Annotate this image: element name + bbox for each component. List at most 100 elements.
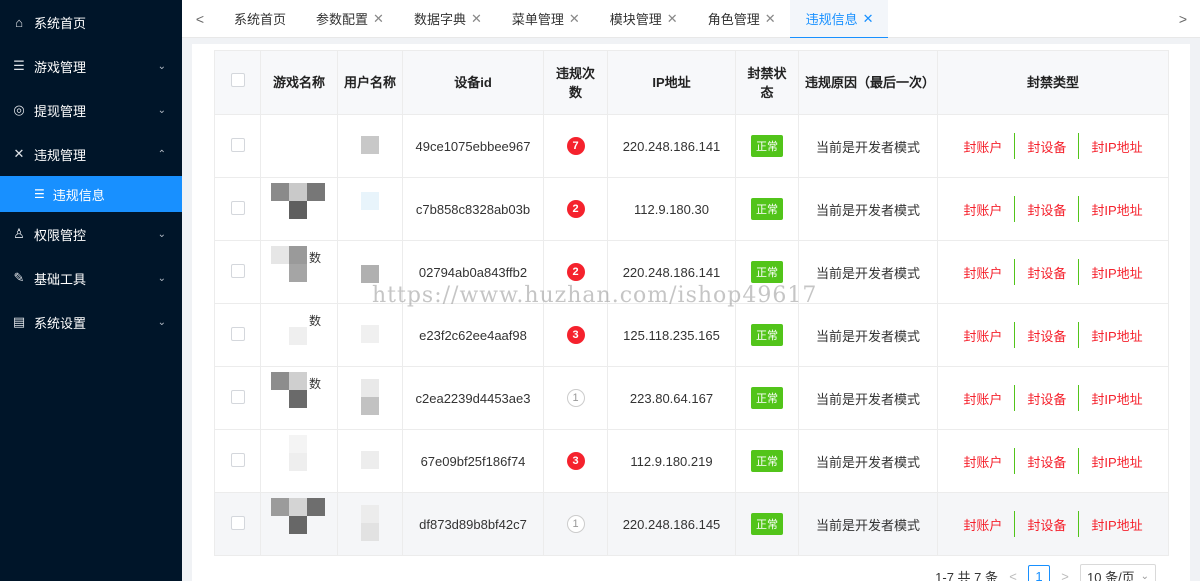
status-badge: 正常: [751, 261, 783, 283]
ban-ip-button[interactable]: 封IP地址: [1079, 515, 1154, 534]
ban-device-button[interactable]: 封设备: [1015, 452, 1078, 471]
user-icon: ♙: [13, 226, 25, 241]
close-icon[interactable]: ✕: [569, 11, 580, 27]
header-reason: 违规原因（最后一次）: [798, 50, 938, 115]
sidebar-item-game-management[interactable]: ☰ 游戏管理 ⌄: [0, 44, 182, 88]
page-button-1[interactable]: 1: [1028, 565, 1050, 581]
blurred-avatar: 数: [271, 371, 327, 422]
ip-cell: 223.80.64.167: [607, 366, 736, 430]
sidebar-subitem-violation-info[interactable]: ☰ 违规信息: [0, 176, 182, 212]
table-row: c7b858c8328ab03b 2 112.9.180.30 正常 当前是开发…: [214, 177, 1169, 241]
device-id-cell: c7b858c8328ab03b: [402, 177, 544, 241]
tab-label: 参数配置: [316, 12, 369, 27]
ban-account-button[interactable]: 封账户: [951, 137, 1014, 156]
tab-param-config[interactable]: 参数配置 ✕: [300, 0, 398, 38]
ban-account-button[interactable]: 封账户: [951, 200, 1014, 219]
ban-account-button[interactable]: 封账户: [951, 389, 1014, 408]
game-name-cell: [260, 429, 338, 493]
ban-account-button[interactable]: 封账户: [951, 452, 1014, 471]
select-all-checkbox[interactable]: [230, 73, 245, 87]
device-id-cell: c2ea2239d4453ae3: [402, 366, 544, 430]
settings-icon: ▤: [12, 314, 26, 329]
ban-status-cell: 正常: [735, 114, 799, 178]
ban-status-cell: 正常: [735, 240, 799, 304]
ban-account-button[interactable]: 封账户: [951, 263, 1014, 282]
blurred-avatar: [358, 251, 382, 291]
close-icon[interactable]: ✕: [765, 11, 776, 27]
sidebar-item-withdraw-management[interactable]: ◎ 提现管理 ⌄: [0, 88, 182, 132]
row-checkbox[interactable]: [230, 263, 245, 278]
close-icon[interactable]: ✕: [667, 11, 678, 27]
sidebar-item-home[interactable]: ⌂ 系统首页: [0, 0, 182, 44]
count-badge: 7: [566, 137, 585, 155]
ban-ip-button[interactable]: 封IP地址: [1079, 389, 1154, 408]
blurred-avatar: [271, 497, 327, 548]
ban-device-button[interactable]: 封设备: [1015, 515, 1078, 534]
tab-home[interactable]: 系统首页: [218, 0, 300, 38]
sidebar-subitem-label: 违规信息: [52, 187, 105, 203]
row-checkbox[interactable]: [230, 452, 245, 467]
sidebar-item-label: 基础工具: [34, 271, 87, 287]
chevron-up-icon: ⌃: [157, 148, 166, 160]
blurred-avatar: [358, 314, 382, 354]
tab-label: 模块管理: [609, 12, 662, 27]
header-ip: IP地址: [607, 50, 736, 115]
header-ban-type: 封禁类型: [937, 50, 1169, 115]
page-size-select[interactable]: 10 条/页 ⌄: [1080, 564, 1156, 581]
status-badge: 正常: [751, 513, 783, 535]
sidebar-item-basic-tools[interactable]: ✎ 基础工具 ⌄: [0, 256, 182, 300]
ban-device-button[interactable]: 封设备: [1015, 326, 1078, 345]
close-icon[interactable]: ✕: [863, 11, 874, 27]
tab-role-management[interactable]: 角色管理 ✕: [692, 0, 790, 38]
next-page-icon[interactable]: >: [1056, 569, 1074, 581]
prev-page-icon[interactable]: <: [1004, 569, 1022, 581]
ban-device-button[interactable]: 封设备: [1015, 263, 1078, 282]
sidebar-item-label: 游戏管理: [34, 59, 87, 75]
tab-menu-management[interactable]: 菜单管理 ✕: [496, 0, 594, 38]
ban-account-button[interactable]: 封账户: [951, 515, 1014, 534]
table-card: 游戏名称 用户名称 设备id 违规次数 IP地址 封禁状态 违规原因（最后一次）…: [192, 44, 1190, 581]
sidebar-item-label: 系统首页: [34, 15, 87, 31]
tab-scroll-right-icon[interactable]: >: [1166, 0, 1200, 38]
row-checkbox[interactable]: [230, 389, 245, 404]
ban-device-button[interactable]: 封设备: [1015, 137, 1078, 156]
username-cell: [337, 429, 403, 493]
tab-module-management[interactable]: 模块管理 ✕: [594, 0, 692, 38]
header-select-all: [214, 50, 261, 115]
row-checkbox[interactable]: [230, 200, 245, 215]
sidebar-item-system-settings[interactable]: ▤ 系统设置 ⌄: [0, 300, 182, 344]
tab-data-dictionary[interactable]: 数据字典 ✕: [398, 0, 496, 38]
header-username: 用户名称: [337, 50, 403, 115]
ban-account-button[interactable]: 封账户: [951, 326, 1014, 345]
sidebar-item-violation-management[interactable]: ✕ 违规管理 ⌃: [0, 132, 182, 176]
ip-cell: 112.9.180.219: [607, 429, 736, 493]
blurred-avatar: 数: [271, 309, 327, 359]
close-icon[interactable]: ✕: [471, 11, 482, 27]
row-checkbox[interactable]: [230, 326, 245, 341]
game-name-cell: 数: [260, 303, 338, 367]
ban-ip-button[interactable]: 封IP地址: [1079, 326, 1154, 345]
ban-status-cell: 正常: [735, 492, 799, 556]
tab-label: 数据字典: [413, 12, 466, 27]
tab-scroll-left-icon[interactable]: <: [182, 0, 218, 38]
reason-cell: 当前是开发者模式: [798, 429, 938, 493]
ban-ip-button[interactable]: 封IP地址: [1079, 200, 1154, 219]
ban-ip-button[interactable]: 封IP地址: [1079, 137, 1154, 156]
header-violation-count: 违规次数: [543, 50, 608, 115]
row-checkbox[interactable]: [230, 137, 245, 152]
ban-ip-button[interactable]: 封IP地址: [1079, 452, 1154, 471]
ban-device-button[interactable]: 封设备: [1015, 200, 1078, 219]
ban-type-cell: 封账户 封设备 封IP地址: [937, 429, 1169, 493]
close-icon[interactable]: ✕: [373, 11, 384, 27]
close-icon: ✕: [13, 146, 25, 161]
table-row: 数 c2ea2239d4453ae3 1 223.80.64.167 正常 当前…: [214, 366, 1169, 430]
chevron-down-icon: ⌄: [157, 272, 166, 284]
blurred-avatar: [358, 188, 382, 228]
sidebar-item-permission-control[interactable]: ♙ 权限管控 ⌄: [0, 212, 182, 256]
row-checkbox[interactable]: [230, 515, 245, 530]
ban-device-button[interactable]: 封设备: [1015, 389, 1078, 408]
list-icon: ☰: [13, 58, 25, 73]
ban-ip-button[interactable]: 封IP地址: [1079, 263, 1154, 282]
tab-violation-info[interactable]: 违规信息 ✕: [789, 0, 888, 39]
reason-cell: 当前是开发者模式: [798, 240, 938, 304]
